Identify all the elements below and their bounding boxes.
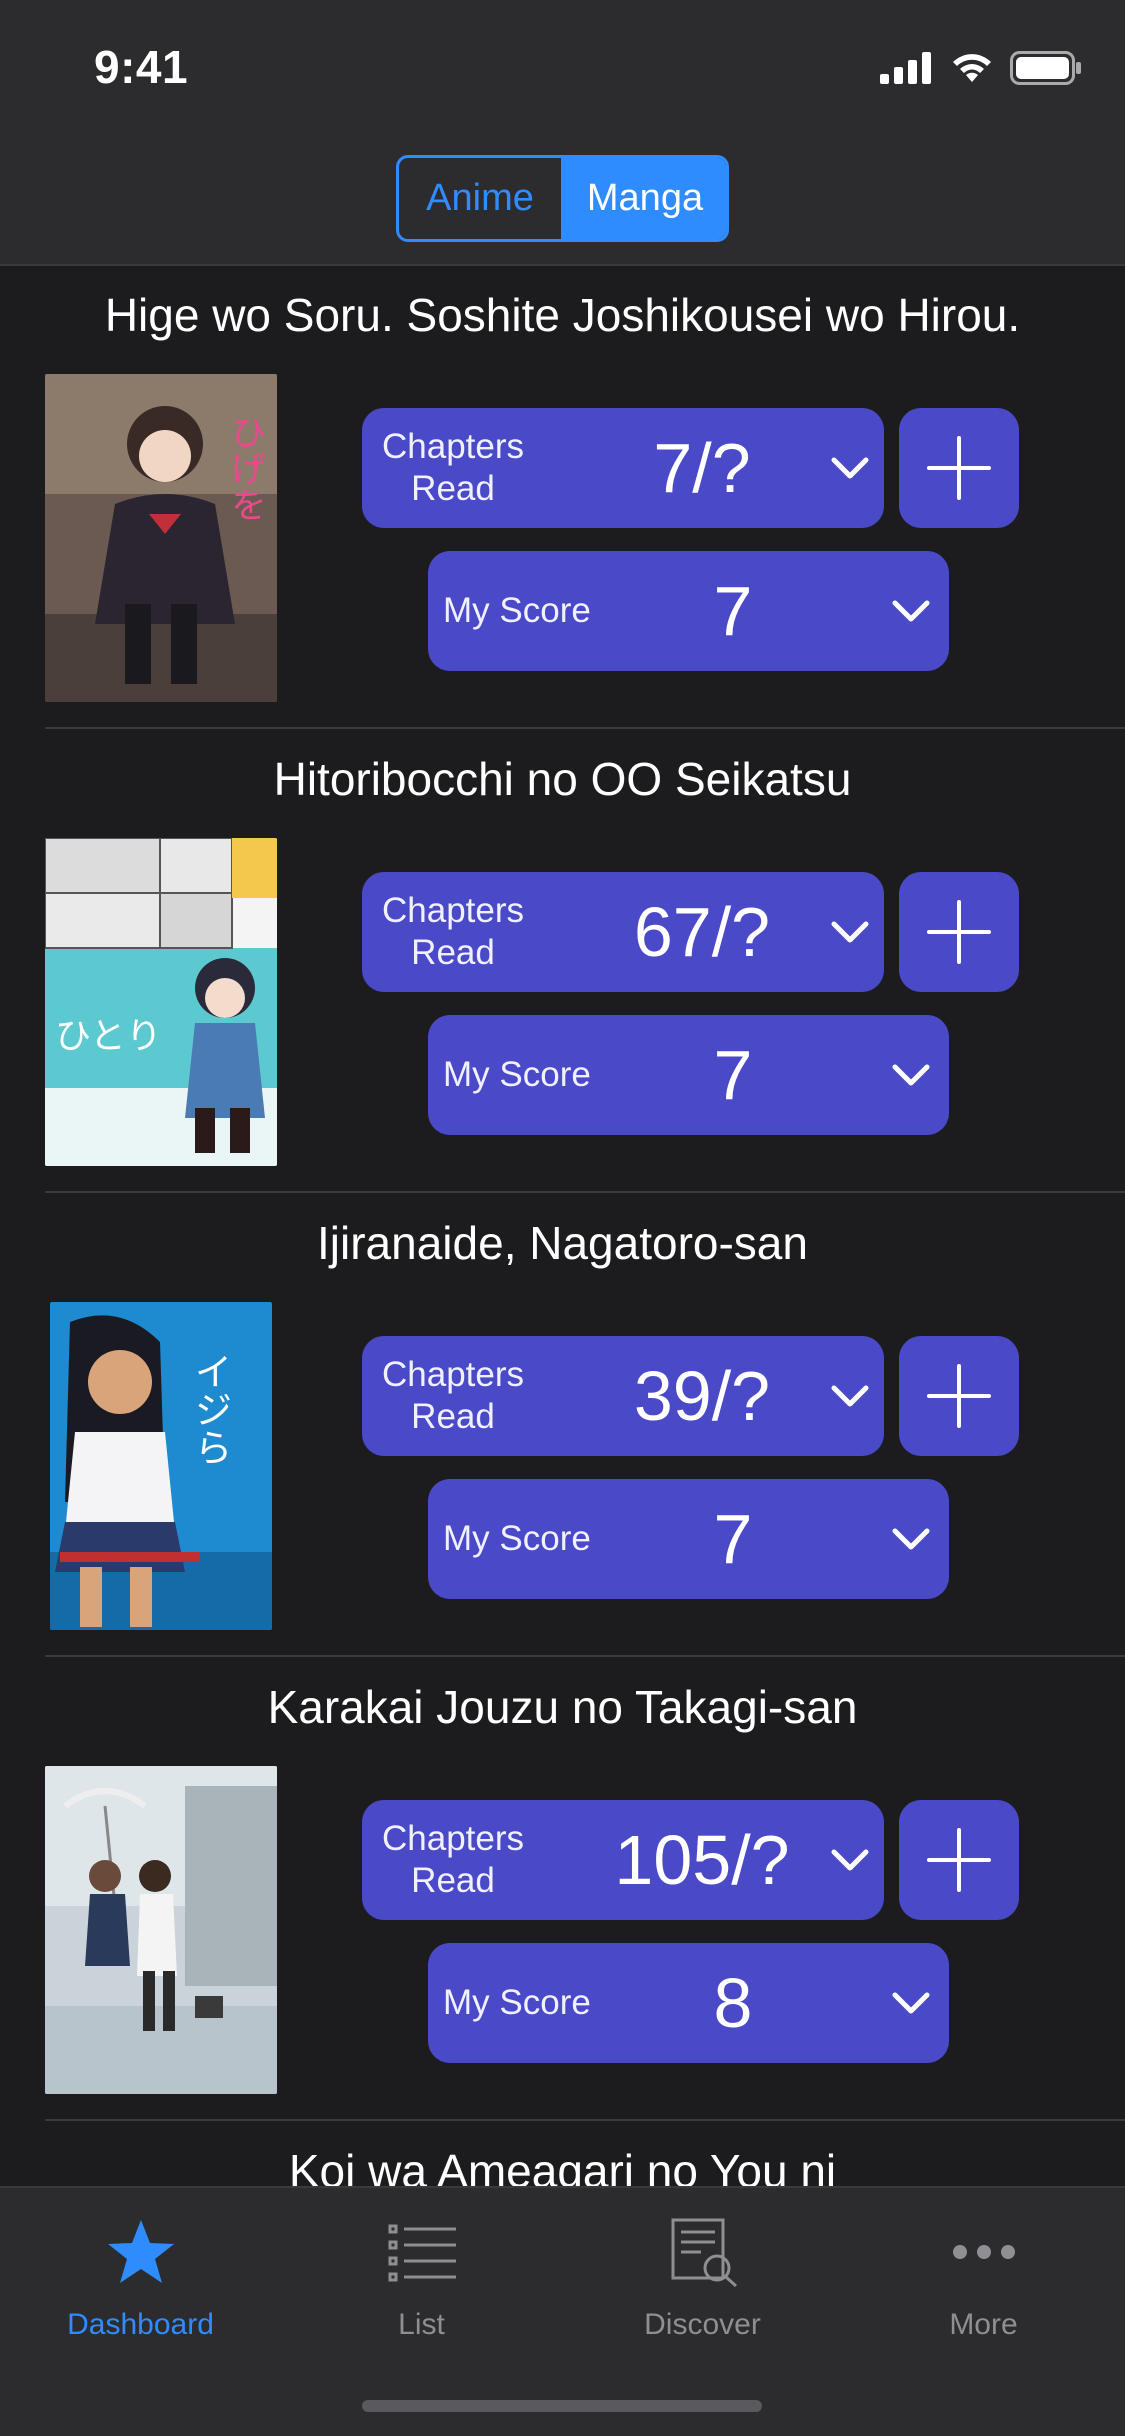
chapters-read-value: 39/? <box>633 1357 771 1435</box>
home-indicator <box>362 2400 762 2412</box>
plus-icon <box>927 1828 991 1892</box>
entry-title[interactable]: Hitoribocchi no OO Seikatsu <box>0 752 1125 806</box>
list-item: Ijiranaide, Nagatoro-san イジら Chapters Re… <box>0 1194 1125 1658</box>
chapters-read-dropdown[interactable]: Chapters Read 105/? <box>362 1800 884 1920</box>
media-type-segmented-control: Anime Manga <box>396 155 729 242</box>
tab-label: List <box>398 2308 445 2341</box>
entry-title[interactable]: Koi wa Ameagari no You ni <box>0 2144 1125 2186</box>
my-score-value: 7 <box>713 1036 753 1114</box>
wifi-icon <box>953 54 991 82</box>
my-score-value: 7 <box>713 572 753 650</box>
tab-label: More <box>949 2308 1018 2341</box>
tab-label: Dashboard <box>67 2308 214 2341</box>
tab-more[interactable]: More <box>843 2208 1124 2358</box>
svg-text:ひとり: ひとり <box>55 1016 162 1057</box>
cover-image[interactable]: ひとり <box>45 838 277 1166</box>
tab-dashboard[interactable]: Dashboard <box>0 2208 281 2358</box>
increment-chapter-button[interactable] <box>899 1800 1019 1920</box>
tab-label: Discover <box>644 2308 761 2341</box>
header: 9:41 Anime Manga <box>0 0 1125 266</box>
cover-image[interactable]: ひげを <box>45 374 277 702</box>
list-item: Hitoribocchi no OO Seikatsu ひとり Chapters… <box>0 730 1125 1194</box>
entry-title[interactable]: Ijiranaide, Nagatoro-san <box>0 1216 1125 1270</box>
chevron-down-icon <box>831 457 869 479</box>
increment-chapter-button[interactable] <box>899 1336 1019 1456</box>
my-score-value: 8 <box>713 1964 753 2042</box>
my-score-label: My Score <box>443 1519 591 1558</box>
status-time: 9:41 <box>94 41 189 93</box>
list-item: Hige wo Soru. Soshite Joshikousei wo Hir… <box>0 266 1125 730</box>
segment-manga[interactable]: Manga <box>564 158 726 239</box>
chapters-read-label: Chapters Read <box>382 1355 525 1436</box>
plus-icon <box>927 436 991 500</box>
chapters-read-dropdown[interactable]: Chapters Read 7/? <box>362 408 884 528</box>
discover-icon <box>671 2218 738 2288</box>
plus-icon <box>927 1364 991 1428</box>
entry-title[interactable]: Karakai Jouzu no Takagi-san <box>0 1680 1125 1734</box>
chapters-read-label: Chapters Read <box>382 1819 525 1900</box>
svg-text:イジら: イジら <box>188 1352 232 1466</box>
cover-image[interactable] <box>45 1766 277 2094</box>
chapters-read-value: 67/? <box>633 893 771 971</box>
chapters-read-label: Chapters Read <box>382 427 525 508</box>
chapters-read-value: 105/? <box>614 1821 790 1899</box>
my-score-dropdown[interactable]: My Score 7 <box>428 1479 949 1599</box>
cellular-signal-icon <box>880 52 931 84</box>
separator <box>45 2119 1125 2121</box>
chapters-read-value: 7/? <box>653 429 751 507</box>
my-score-value: 7 <box>713 1500 753 1578</box>
more-icon <box>953 2245 1015 2259</box>
entry-title[interactable]: Hige wo Soru. Soshite Joshikousei wo Hir… <box>0 288 1125 342</box>
separator <box>45 727 1125 729</box>
cover-image[interactable]: イジら <box>50 1302 272 1630</box>
chevron-down-icon <box>892 1992 930 2014</box>
chevron-down-icon <box>831 1849 869 1871</box>
my-score-label: My Score <box>443 591 591 630</box>
tab-bar: Dashboard List Discover More <box>0 2186 1125 2436</box>
segment-anime[interactable]: Anime <box>399 158 561 239</box>
chevron-down-icon <box>892 600 930 622</box>
manga-list[interactable]: Hige wo Soru. Soshite Joshikousei wo Hir… <box>0 266 1125 2186</box>
chapters-read-dropdown[interactable]: Chapters Read 67/? <box>362 872 884 992</box>
separator <box>45 1191 1125 1193</box>
list-icon <box>388 2224 456 2282</box>
my-score-label: My Score <box>443 1983 591 2022</box>
chevron-down-icon <box>831 921 869 943</box>
tab-list[interactable]: List <box>281 2208 562 2358</box>
svg-text:ひげを: ひげを <box>225 414 266 522</box>
app-screen: 9:41 Anime Manga Hige wo Soru. Soshite J… <box>0 0 1125 2436</box>
star-icon <box>108 2220 174 2283</box>
plus-icon <box>927 900 991 964</box>
tab-discover[interactable]: Discover <box>562 2208 843 2358</box>
chevron-down-icon <box>892 1528 930 1550</box>
battery-icon <box>1010 51 1081 85</box>
separator <box>45 1655 1125 1657</box>
my-score-dropdown[interactable]: My Score 7 <box>428 551 949 671</box>
my-score-label: My Score <box>443 1055 591 1094</box>
increment-chapter-button[interactable] <box>899 408 1019 528</box>
my-score-dropdown[interactable]: My Score 7 <box>428 1015 949 1135</box>
chapters-read-label: Chapters Read <box>382 891 525 972</box>
list-item: Koi wa Ameagari no You ni <box>0 2122 1125 2186</box>
status-icons <box>880 48 1082 88</box>
chevron-down-icon <box>831 1385 869 1407</box>
list-item: Karakai Jouzu no Takagi-san Chapters Rea… <box>0 1658 1125 2122</box>
chapters-read-dropdown[interactable]: Chapters Read 39/? <box>362 1336 884 1456</box>
my-score-dropdown[interactable]: My Score 8 <box>428 1943 949 2063</box>
increment-chapter-button[interactable] <box>899 872 1019 992</box>
chevron-down-icon <box>892 1064 930 1086</box>
